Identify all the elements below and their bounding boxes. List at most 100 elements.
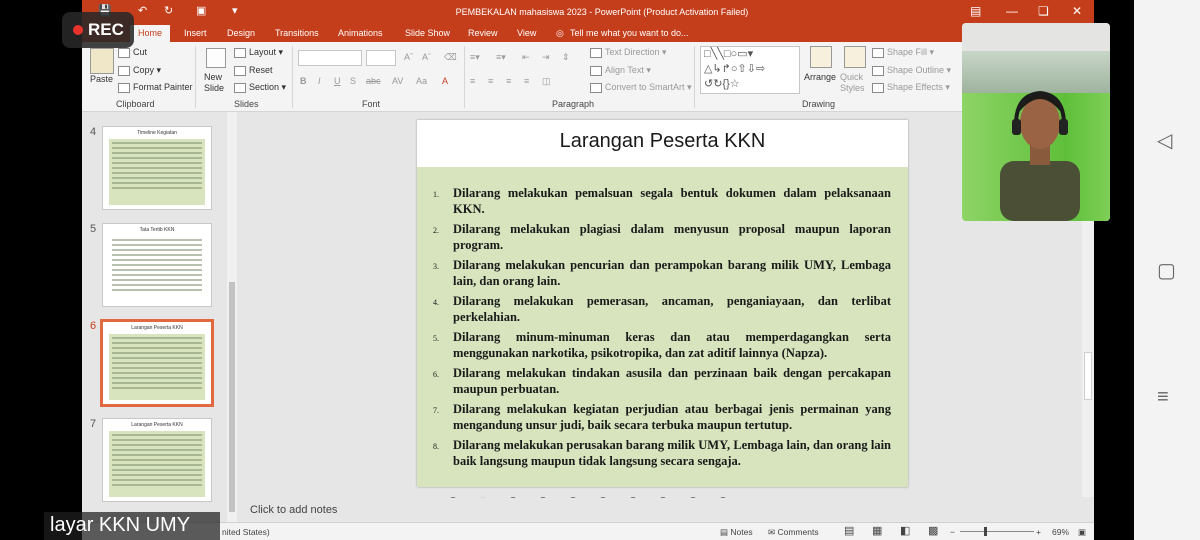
decrease-indent-icon[interactable]: ⇤ <box>522 52 530 63</box>
scrollbar-handle[interactable] <box>229 282 235 512</box>
comments-toggle[interactable]: ✉ Comments <box>768 527 819 538</box>
zoom-slider-handle[interactable] <box>984 527 987 536</box>
zoom-out-icon[interactable]: − <box>950 527 955 537</box>
cut-button[interactable]: Cut <box>118 47 147 58</box>
current-slide[interactable]: Larangan Peserta KKN 1. Dilarang melakuka… <box>417 120 908 487</box>
font-color-icon[interactable]: A <box>442 76 448 86</box>
shadow-button[interactable]: S <box>350 76 356 86</box>
paste-icon[interactable] <box>90 48 114 74</box>
minimize-icon[interactable]: — <box>1006 4 1018 18</box>
clear-format-icon[interactable]: ⌫ <box>444 52 457 63</box>
zoom-level[interactable]: 69% <box>1052 527 1069 537</box>
numbering-icon[interactable]: ≡▾ <box>496 52 506 63</box>
copy-button[interactable]: Copy ▾ <box>118 65 161 76</box>
bullets-icon[interactable]: ≡▾ <box>470 52 480 63</box>
italic-button[interactable]: I <box>318 76 321 86</box>
language-status[interactable]: nited States) <box>222 527 270 537</box>
phone-navigation-bar: ◁ ▢ ≡ <box>1134 0 1200 540</box>
close-icon[interactable]: ✕ <box>1072 4 1082 18</box>
scissors-icon <box>118 47 130 58</box>
slideshow-start-icon[interactable]: ▣ <box>196 4 206 17</box>
group-label-paragraph: Paragraph <box>552 99 595 109</box>
thumbnail-slide-5[interactable]: Tata Tertib KKN <box>102 223 212 307</box>
tab-review[interactable]: Review <box>468 28 498 38</box>
slide-title[interactable]: Larangan Peserta KKN <box>417 130 908 153</box>
shapes-gallery[interactable]: □╲╲□○▭▾ △↳↱○⇧⇩⇨ ↺↻{}☆ <box>700 46 800 94</box>
format-painter-button[interactable]: Format Painter <box>118 82 193 93</box>
restore-icon[interactable]: ❏ <box>1038 4 1049 18</box>
reset-button[interactable]: Reset <box>234 65 273 76</box>
paste-button[interactable]: Paste <box>90 74 113 84</box>
new-slide-icon[interactable] <box>206 48 226 68</box>
font-family-select[interactable] <box>298 50 362 66</box>
tab-slide-show[interactable]: Slide Show <box>405 28 450 38</box>
font-size-select[interactable] <box>366 50 396 66</box>
slide-body[interactable]: 1. Dilarang melakukan pemalsuan segala be… <box>417 167 908 487</box>
section-button[interactable]: Section ▾ <box>234 82 286 93</box>
list-item: 2. Dilarang melakukan plagiasi dalam meny… <box>433 222 891 252</box>
shape-effects-button[interactable]: Shape Effects ▾ <box>872 82 950 93</box>
zoom-slider[interactable] <box>960 531 1034 532</box>
ribbon-display-icon[interactable]: ▤ <box>970 4 981 18</box>
back-icon[interactable]: ◁ <box>1157 128 1172 153</box>
notes-toggle[interactable]: ▤ Notes <box>720 527 753 538</box>
line-spacing-icon[interactable]: ⇕ <box>562 52 570 63</box>
justify-icon[interactable]: ≡ <box>524 76 529 86</box>
thumbnail-content <box>109 236 205 302</box>
customize-toolbar-icon[interactable]: ▾ <box>232 4 238 17</box>
undo-icon[interactable]: ↶ <box>138 4 147 17</box>
group-label-clipboard: Clipboard <box>116 99 155 109</box>
thumbnail-title: Larangan Peserta KKN <box>131 325 183 331</box>
layout-button[interactable]: Layout ▾ <box>234 47 283 58</box>
thumbnail-slide-6[interactable]: Larangan Peserta KKN <box>100 319 214 407</box>
shrink-font-icon[interactable]: Aˇ <box>422 52 431 62</box>
align-center-icon[interactable]: ≡ <box>488 76 493 86</box>
tab-insert[interactable]: Insert <box>184 28 207 38</box>
arrange-icon[interactable] <box>810 46 832 68</box>
fit-slide-icon[interactable]: ▣ <box>1078 527 1086 538</box>
thumbnail-slide-4[interactable]: Timeline Kegiatan <box>102 126 212 210</box>
increase-indent-icon[interactable]: ⇥ <box>542 52 550 63</box>
recent-apps-icon[interactable]: ≡ <box>1157 386 1169 409</box>
convert-smartart-button[interactable]: Convert to SmartArt ▾ <box>590 82 692 93</box>
underline-button[interactable]: U <box>334 76 341 86</box>
arrange-button[interactable]: Arrange <box>804 72 836 82</box>
align-left-icon[interactable]: ≡ <box>470 76 475 86</box>
align-right-icon[interactable]: ≡ <box>506 76 511 86</box>
tab-design[interactable]: Design <box>227 28 255 38</box>
slideshow-view-icon[interactable]: ▩ <box>928 524 938 537</box>
reading-view-icon[interactable]: ◧ <box>900 524 910 537</box>
grow-font-icon[interactable]: Aˆ <box>404 52 413 62</box>
video-caption: layar KKN UMY <box>44 512 220 540</box>
tab-home[interactable]: Home <box>130 25 171 42</box>
tab-animations[interactable]: Animations <box>338 28 383 38</box>
notes-pane[interactable]: Click to add notes <box>242 498 1094 522</box>
slide-sorter-icon[interactable]: ▦ <box>872 524 882 537</box>
screen: 💾 ↶ ↻ ▣ ▾ PEMBEKALAN mahasiswa 2023 - Po… <box>0 0 1200 540</box>
tab-transitions[interactable]: Transitions <box>275 28 319 38</box>
tell-me-search[interactable]: Tell me what you want to do... <box>570 28 689 38</box>
columns-icon[interactable]: ◫ <box>542 76 551 87</box>
quick-styles-icon[interactable] <box>844 46 866 68</box>
text-direction-button[interactable]: Text Direction ▾ <box>590 47 667 58</box>
quick-styles-button[interactable]: Quick Styles <box>840 72 870 94</box>
home-icon[interactable]: ▢ <box>1157 258 1176 283</box>
effects-icon <box>872 82 884 93</box>
shape-outline-button[interactable]: Shape Outline ▾ <box>872 65 951 76</box>
thumbnail-slide-7[interactable]: Larangan Peserta KKN <box>102 418 212 502</box>
align-text-button[interactable]: Align Text ▾ <box>590 65 651 76</box>
new-slide-button[interactable]: New Slide <box>204 72 232 94</box>
bold-button[interactable]: B <box>300 76 307 86</box>
scrollbar-handle[interactable] <box>1084 352 1092 400</box>
strikethrough-button[interactable]: abc <box>366 76 381 86</box>
tab-view[interactable]: View <box>517 28 536 38</box>
normal-view-icon[interactable]: ▤ <box>844 524 854 537</box>
redo-icon[interactable]: ↻ <box>164 4 173 17</box>
thumbnails-scrollbar[interactable] <box>227 112 237 522</box>
char-spacing-icon[interactable]: AV <box>392 76 403 86</box>
notes-placeholder[interactable]: Click to add notes <box>250 504 337 516</box>
change-case-icon[interactable]: Aa <box>416 76 427 86</box>
zoom-in-icon[interactable]: + <box>1036 527 1041 537</box>
list-item: 5. Dilarang minum-minuman keras dan atau … <box>433 330 891 360</box>
shape-fill-button[interactable]: Shape Fill ▾ <box>872 47 934 58</box>
